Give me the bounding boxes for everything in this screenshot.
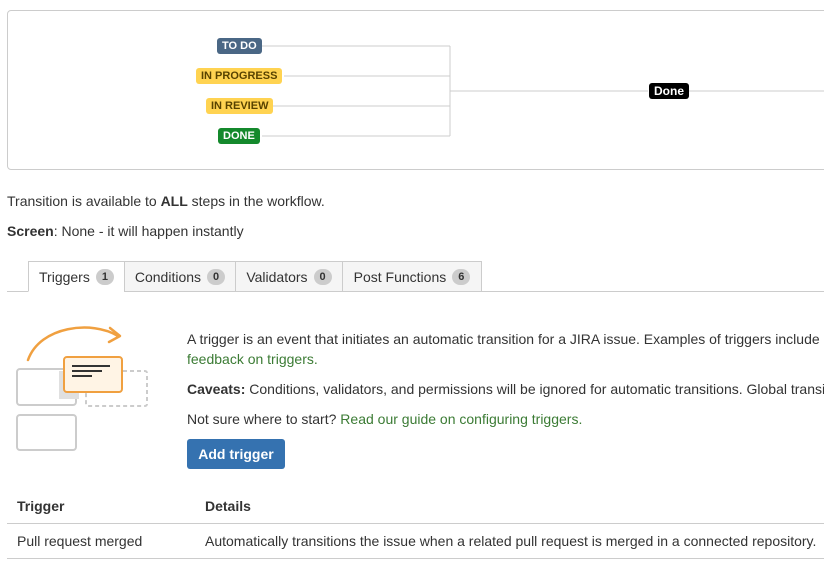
tab-triggers[interactable]: Triggers 1 [28, 261, 125, 292]
tab-count-badge: 0 [207, 268, 226, 285]
tab-label: Triggers [39, 268, 90, 285]
tab-label: Conditions [134, 268, 202, 285]
availability-emphasis: ALL [160, 193, 188, 209]
tab-count-badge: 0 [313, 268, 332, 285]
trigger-name-cell: Pull request merged [17, 533, 143, 549]
screen-value: : None - it will happen instantly [53, 223, 244, 239]
trigger-intro-text: A trigger is an event that initiates an … [187, 331, 820, 347]
guide-text: Not sure where to start? Read our guide … [187, 411, 582, 427]
guide-link[interactable]: Read our guide on configuring triggers. [340, 411, 582, 427]
target-status-done: Done [649, 83, 689, 99]
table-header-details: Details [205, 498, 251, 514]
caveats-label: Caveats: [187, 381, 246, 397]
workflow-diagram: TO DO IN PROGRESS IN REVIEW DONE Done [7, 10, 824, 170]
status-in-review: IN REVIEW [206, 98, 274, 114]
tab-count-badge: 6 [452, 268, 471, 285]
tab-validators[interactable]: Validators 0 [235, 261, 343, 292]
transition-lines [261, 45, 824, 137]
status-done: DONE [218, 128, 260, 144]
status-todo: TO DO [217, 38, 262, 54]
tab-conditions[interactable]: Conditions 0 [124, 261, 236, 292]
add-trigger-button[interactable]: Add trigger [187, 439, 285, 469]
table-header-trigger: Trigger [17, 498, 65, 514]
availability-suffix: steps in the workflow. [187, 193, 325, 209]
availability-text: Transition is available to ALL steps in … [7, 193, 325, 209]
caveats-body: Conditions, validators, and permissions … [245, 381, 824, 397]
feedback-link[interactable]: feedback on triggers. [187, 351, 318, 367]
tab-count-badge: 1 [95, 268, 114, 285]
availability-prefix: Transition is available to [7, 193, 161, 209]
triggers-illustration-icon [16, 326, 148, 451]
screen-text: Screen: None - it will happen instantly [7, 223, 244, 239]
guide-prefix: Not sure where to start? [187, 411, 341, 427]
status-in-progress: IN PROGRESS [196, 68, 283, 84]
transition-tabs: Triggers 1 Conditions 0 Validators 0 Pos… [7, 261, 824, 292]
caveats-text: Caveats: Conditions, validators, and per… [187, 381, 824, 397]
tab-post-functions[interactable]: Post Functions 6 [342, 261, 482, 292]
feedback-line: feedback on triggers. [187, 351, 318, 367]
tab-label: Post Functions [353, 268, 447, 285]
tab-label: Validators [246, 268, 308, 285]
table-header-divider [7, 523, 824, 524]
trigger-details-cell: Automatically transitions the issue when… [205, 533, 817, 549]
table-row-divider [7, 558, 824, 559]
screen-label: Screen [7, 223, 54, 239]
